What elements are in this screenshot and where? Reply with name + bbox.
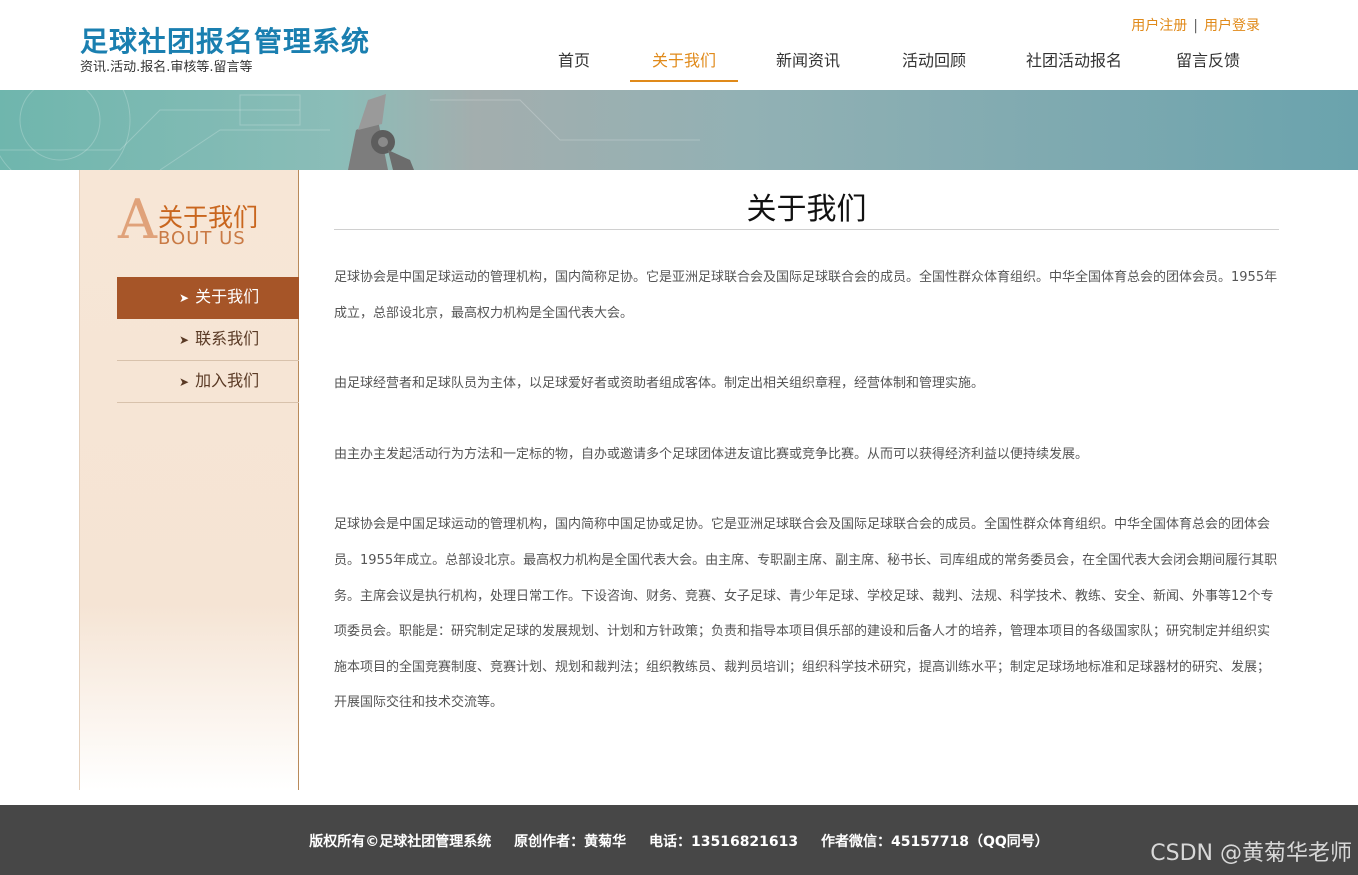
login-link[interactable]: 用户登录 — [1204, 18, 1260, 34]
main-nav: 首页 关于我们 新闻资讯 活动回顾 社团活动报名 留言反馈 — [536, 42, 1256, 84]
main-content: 关于我们 足球协会是中国足球运动的管理机构，国内简称足协。它是亚洲足球联合会及国… — [334, 170, 1279, 756]
article-paragraph: 足球协会是中国足球运动的管理机构，国内简称足协。它是亚洲足球联合会及国际足球联合… — [334, 270, 1278, 321]
site-footer: 版权所有©足球社团管理系统 原创作者：黄菊华 电话：13516821613 作者… — [0, 805, 1358, 875]
sidebar-item-about[interactable]: ➤ 关于我们 — [117, 277, 299, 319]
article-paragraph: 由主办主发起活动行为方法和一定标的物，自办或邀请多个足球团体进友谊比赛或竞争比赛… — [334, 446, 1089, 462]
sidebar-item-label: 加入我们 — [195, 371, 260, 390]
article-body: 足球协会是中国足球运动的管理机构，国内简称足协。它是亚洲足球联合会及国际足球联合… — [334, 260, 1279, 721]
nav-item-news[interactable]: 新闻资讯 — [754, 42, 862, 82]
sidebar-heading-en: BOUT US — [158, 228, 246, 249]
chevron-right-icon: ➤ — [179, 291, 190, 305]
sidebar-item-label: 联系我们 — [195, 329, 260, 348]
robot-arm-graphic — [348, 94, 414, 170]
chevron-right-icon: ➤ — [179, 333, 190, 347]
chevron-right-icon: ➤ — [179, 375, 190, 389]
sidebar-menu: ➤ 关于我们 ➤ 联系我们 ➤ 加入我们 — [117, 277, 299, 403]
csdn-watermark: CSDN @黄菊华老师 — [1150, 841, 1352, 866]
nav-item-activity-review[interactable]: 活动回顾 — [880, 42, 988, 82]
nav-item-home[interactable]: 首页 — [536, 42, 612, 82]
register-link[interactable]: 用户注册 — [1131, 18, 1187, 34]
site-title[interactable]: 足球社团报名管理系统 — [80, 20, 370, 60]
article-paragraph: 足球协会是中国足球运动的管理机构，国内简称中国足协或足协。它是亚洲足球联合会及国… — [334, 517, 1278, 711]
sidebar-item-join[interactable]: ➤ 加入我们 — [117, 361, 299, 403]
footer-wechat: 作者微信：45157718（QQ同号） — [821, 834, 1049, 850]
nav-item-activity-signup[interactable]: 社团活动报名 — [1008, 42, 1140, 82]
sidebar-heading-letter: A — [118, 188, 157, 251]
footer-copyright: 版权所有©足球社团管理系统 — [309, 834, 492, 850]
footer-author: 原创作者：黄菊华 — [514, 834, 627, 850]
footer-phone: 电话：13516821613 — [648, 834, 799, 850]
user-links: 用户注册 | 用户登录 — [1131, 15, 1260, 35]
sidebar-item-contact[interactable]: ➤ 联系我们 — [117, 319, 299, 361]
article-paragraph: 由足球经营者和足球队员为主体，以足球爱好者或资助者组成客体。制定出相关组织章程，… — [334, 376, 985, 392]
banner-pattern — [0, 90, 700, 170]
sidebar: A 关于我们 BOUT US ➤ 关于我们 ➤ 联系我们 ➤ 加入我们 — [79, 170, 299, 790]
site-header: 足球社团报名管理系统 资讯.活动.报名.审核等.留言等 用户注册 | 用户登录 首页… — [0, 0, 1358, 90]
banner-image — [0, 90, 1358, 170]
site-subtitle: 资讯.活动.报名.审核等.留言等 — [80, 60, 253, 75]
page-title: 关于我们 — [334, 170, 1279, 230]
nav-item-about[interactable]: 关于我们 — [630, 42, 738, 82]
sidebar-heading: A 关于我们 BOUT US — [118, 192, 288, 252]
nav-item-feedback[interactable]: 留言反馈 — [1160, 42, 1256, 82]
sidebar-item-label: 关于我们 — [195, 287, 260, 306]
user-links-separator: | — [1193, 18, 1198, 34]
